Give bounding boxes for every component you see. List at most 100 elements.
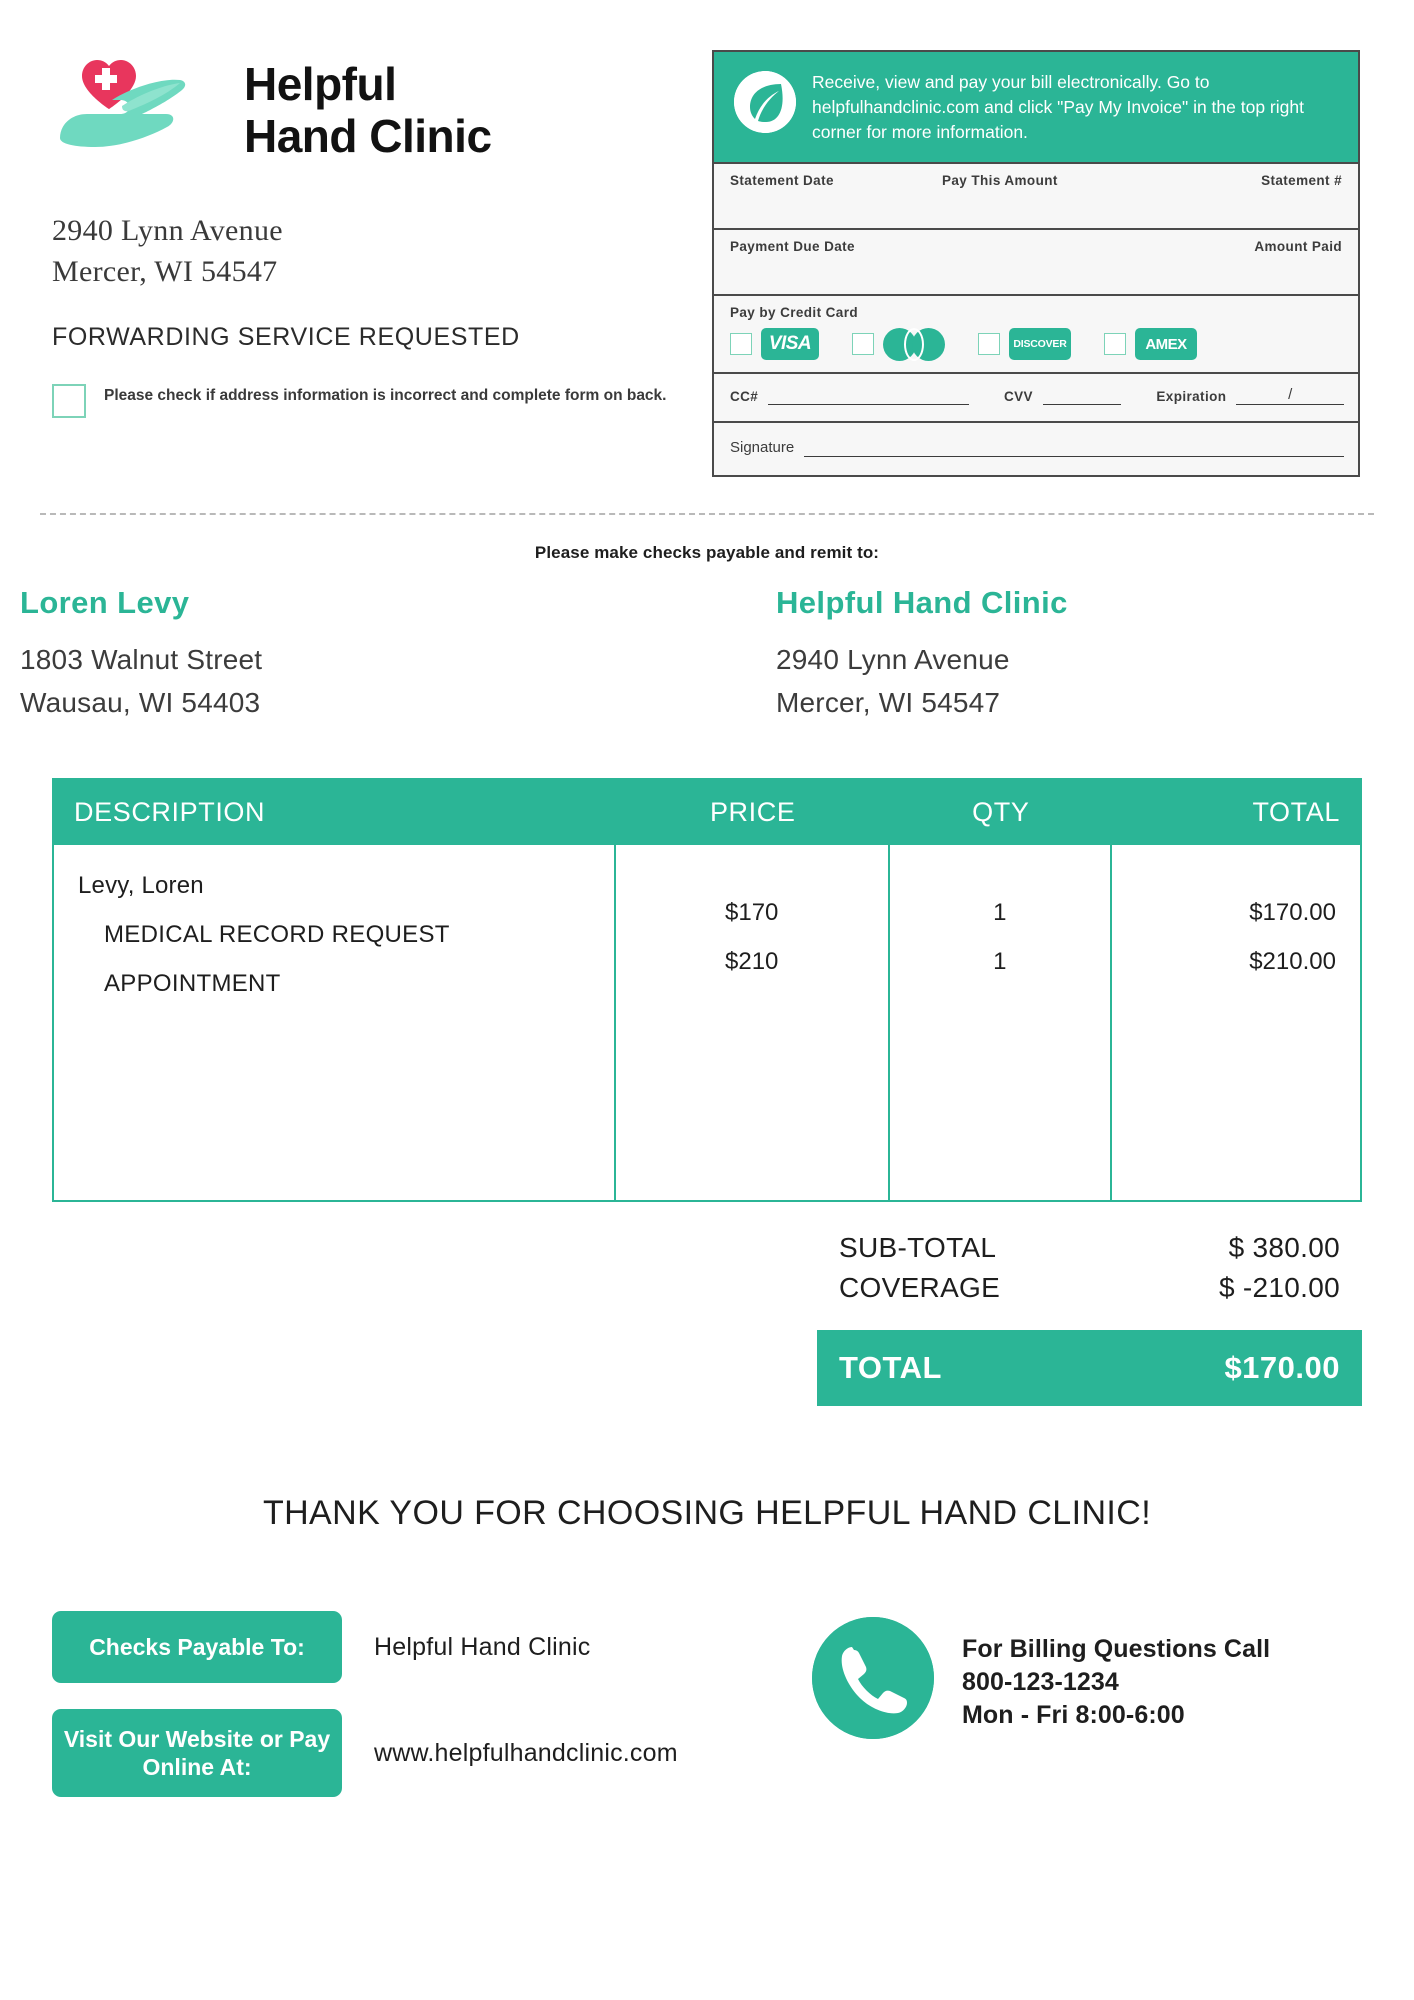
website-value[interactable]: www.helpfulhandclinic.com bbox=[374, 1739, 678, 1768]
column-header-total: TOTAL bbox=[1252, 797, 1340, 828]
checks-payable-value: Helpful Hand Clinic bbox=[374, 1632, 591, 1661]
line-items-table: DESCRIPTION PRICE QTY TOTAL Levy, Loren … bbox=[52, 778, 1362, 1203]
coverage-row: COVERAGE $ -210.00 bbox=[817, 1268, 1362, 1308]
grand-total-label: TOTAL bbox=[839, 1350, 942, 1386]
billing-contact-block: For Billing Questions Call 800-123-1234 … bbox=[812, 1611, 1270, 1797]
payment-stub: Receive, view and pay your bill electron… bbox=[712, 46, 1362, 477]
column-header-qty: QTY bbox=[972, 797, 1030, 828]
pay-this-amount-label: Pay This Amount bbox=[942, 172, 1058, 188]
website-label: Visit Our Website or Pay Online At: bbox=[52, 1709, 342, 1798]
remit-to-name: Helpful Hand Clinic bbox=[776, 584, 1068, 620]
billing-phone-number: 800-123-1234 bbox=[962, 1668, 1119, 1697]
subtotal-value: $ 380.00 bbox=[1228, 1232, 1340, 1264]
logo-row: Helpful Hand Clinic bbox=[52, 46, 712, 176]
coverage-label: COVERAGE bbox=[839, 1272, 1001, 1304]
clinic-address-line2: Mercer, WI 54547 bbox=[52, 255, 278, 289]
column-header-price: PRICE bbox=[709, 797, 796, 828]
card-option-visa[interactable]: VISA bbox=[730, 328, 819, 361]
address-correction-row: Please check if address information is i… bbox=[52, 382, 712, 418]
signature-label: Signature bbox=[730, 438, 795, 456]
bill-to-block: Loren Levy 1803 Walnut Street Wausau, WI… bbox=[20, 585, 691, 725]
grand-total-row: TOTAL $170.00 bbox=[817, 1330, 1362, 1407]
table-row: APPOINTMENT bbox=[104, 970, 281, 998]
cvv-input[interactable] bbox=[1042, 391, 1122, 405]
statement-date-row: Statement Date Pay This Amount Statement… bbox=[714, 161, 1358, 228]
payment-due-row: Payment Due Date Amount Paid bbox=[714, 227, 1358, 294]
payment-stub-box: Receive, view and pay your bill electron… bbox=[712, 50, 1360, 477]
subtotal-row: SUB-TOTAL $ 380.00 bbox=[817, 1228, 1362, 1268]
column-header-description: DESCRIPTION bbox=[74, 797, 266, 828]
bill-to-name: Loren Levy bbox=[20, 584, 190, 620]
signature-row: Signature bbox=[714, 420, 1358, 475]
expiration-label: Expiration bbox=[1156, 388, 1227, 404]
cc-number-input[interactable] bbox=[768, 391, 969, 405]
qty-column: 1 1 bbox=[890, 845, 1112, 1201]
statement-date-label: Statement Date bbox=[730, 172, 834, 188]
payment-methods-block: Checks Payable To: Helpful Hand Clinic V… bbox=[52, 1611, 812, 1798]
card-option-discover[interactable]: DISCOVER bbox=[978, 328, 1071, 361]
thank-you-message: THANK YOU FOR CHOOSING HELPFUL HAND CLIN… bbox=[262, 1494, 1152, 1533]
row-price: $210 bbox=[725, 948, 779, 976]
totals-section: SUB-TOTAL $ 380.00 COVERAGE $ -210.00 TO… bbox=[0, 1228, 1362, 1407]
checks-payable-row: Checks Payable To: Helpful Hand Clinic bbox=[52, 1611, 812, 1684]
grand-total-value: $170.00 bbox=[1224, 1350, 1340, 1386]
table-body: Levy, Loren MEDICAL RECORD REQUEST APPOI… bbox=[54, 845, 1360, 1201]
total-column: $170.00 $210.00 bbox=[1112, 845, 1360, 1200]
row-total: $170.00 bbox=[1249, 899, 1336, 927]
payment-due-date-label: Payment Due Date bbox=[730, 238, 855, 254]
statement-number-label: Statement # bbox=[1261, 172, 1342, 188]
pay-by-credit-card-label: Pay by Credit Card bbox=[730, 304, 858, 320]
visa-checkbox[interactable] bbox=[730, 333, 752, 356]
patient-group-name: Levy, Loren bbox=[78, 872, 204, 900]
header-section: Helpful Hand Clinic 2940 Lynn Avenue Mer… bbox=[0, 0, 1414, 477]
pay-by-credit-card-section: Pay by Credit Card VISA DISCOVER AMEX bbox=[714, 293, 1358, 372]
estatement-banner-text: Receive, view and pay your bill electron… bbox=[812, 72, 1304, 142]
visa-icon: VISA bbox=[761, 328, 819, 361]
credit-card-options: VISA DISCOVER AMEX bbox=[730, 327, 1344, 361]
table-header-row: DESCRIPTION PRICE QTY TOTAL bbox=[54, 780, 1360, 846]
card-option-amex[interactable]: AMEX bbox=[1104, 328, 1197, 361]
card-option-mastercard[interactable] bbox=[852, 327, 945, 361]
discover-checkbox[interactable] bbox=[978, 333, 1000, 356]
brand-name: Helpful Hand Clinic bbox=[244, 59, 492, 162]
billing-contact-text: For Billing Questions Call 800-123-1234 … bbox=[962, 1617, 1270, 1732]
expiration-input[interactable]: / bbox=[1236, 386, 1344, 405]
address-columns: Loren Levy 1803 Walnut Street Wausau, WI… bbox=[0, 563, 1414, 725]
hand-holding-heart-icon bbox=[52, 46, 222, 176]
amex-checkbox[interactable] bbox=[1104, 333, 1126, 356]
remit-heading: Please make checks payable and remit to: bbox=[534, 542, 880, 562]
row-qty: 1 bbox=[993, 948, 1007, 976]
brand-name-line1: Helpful bbox=[244, 58, 397, 111]
tear-off-divider bbox=[40, 512, 1374, 515]
signature-input[interactable] bbox=[804, 443, 1344, 457]
description-column: Levy, Loren MEDICAL RECORD REQUEST APPOI… bbox=[54, 845, 616, 1201]
cvv-label: CVV bbox=[1003, 388, 1033, 404]
estatement-banner: Receive, view and pay your bill electron… bbox=[714, 52, 1358, 162]
card-details-row: CC# CVV Expiration / bbox=[714, 371, 1358, 421]
row-total: $210.00 bbox=[1249, 948, 1336, 976]
clinic-address-line1: 2940 Lynn Avenue bbox=[52, 214, 283, 247]
checks-payable-label: Checks Payable To: bbox=[52, 1611, 342, 1684]
amex-icon: AMEX bbox=[1135, 328, 1197, 361]
amount-paid-label: Amount Paid bbox=[1254, 238, 1342, 254]
billing-hours: Mon - Fri 8:00-6:00 bbox=[962, 1701, 1185, 1730]
bill-to-line1: 1803 Walnut Street bbox=[20, 643, 263, 675]
website-row: Visit Our Website or Pay Online At: www.… bbox=[52, 1709, 812, 1798]
remit-to-block: Helpful Hand Clinic 2940 Lynn Avenue Mer… bbox=[691, 585, 1362, 725]
cc-number-label: CC# bbox=[730, 388, 759, 404]
subtotal-label: SUB-TOTAL bbox=[839, 1232, 997, 1264]
address-correction-label: Please check if address information is i… bbox=[104, 386, 667, 404]
clinic-identity: Helpful Hand Clinic 2940 Lynn Avenue Mer… bbox=[52, 46, 712, 477]
address-correction-checkbox[interactable] bbox=[52, 383, 86, 418]
mastercard-checkbox[interactable] bbox=[852, 333, 874, 356]
invoice-page: Helpful Hand Clinic 2940 Lynn Avenue Mer… bbox=[0, 0, 1414, 2000]
billing-call-line: For Billing Questions Call bbox=[962, 1635, 1271, 1664]
mastercard-icon bbox=[883, 327, 945, 361]
bill-to-line2: Wausau, WI 54403 bbox=[20, 686, 261, 718]
forwarding-service-notice: FORWARDING SERVICE REQUESTED bbox=[52, 322, 520, 351]
remit-to-line1: 2940 Lynn Avenue bbox=[776, 643, 1010, 675]
clinic-address: 2940 Lynn Avenue Mercer, WI 54547 bbox=[52, 210, 712, 293]
brand-name-line2: Hand Clinic bbox=[244, 110, 492, 162]
discover-icon: DISCOVER bbox=[1009, 328, 1071, 361]
expiration-separator: / bbox=[1288, 385, 1293, 403]
